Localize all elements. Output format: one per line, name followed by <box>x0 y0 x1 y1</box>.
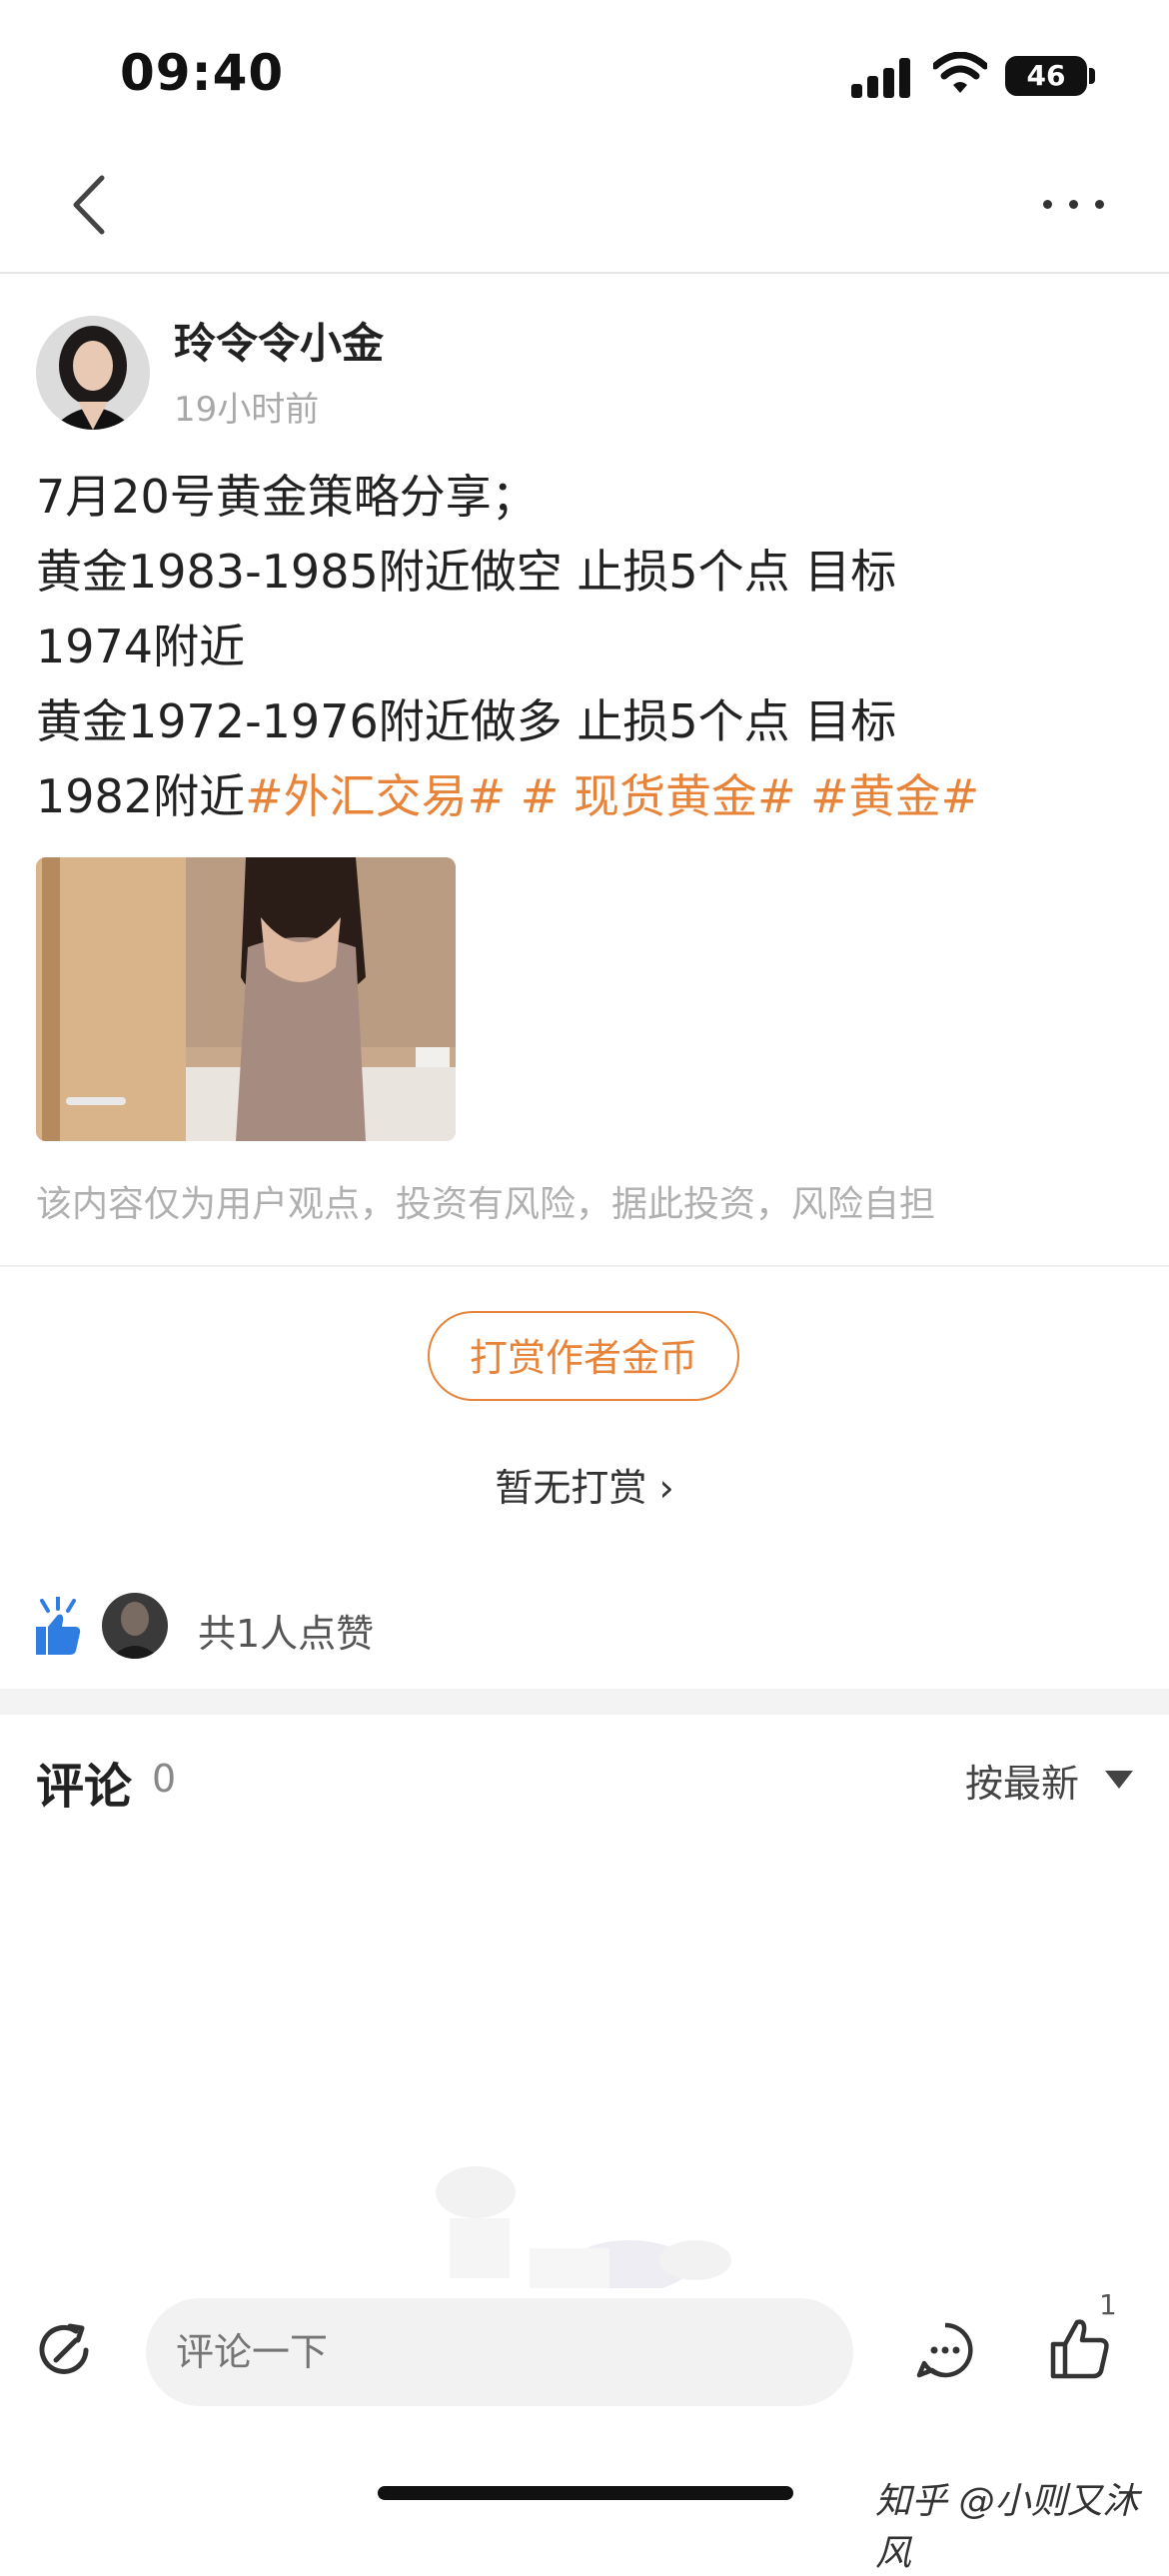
section-separator <box>0 1689 1169 1715</box>
nav-divider <box>0 272 1169 274</box>
liker-avatar[interactable] <box>102 1593 168 1659</box>
watermark: 知乎 @小则又沐风 <box>875 2481 1139 2574</box>
wifi-icon <box>933 52 987 93</box>
battery-nub <box>1089 68 1095 84</box>
comments-count: 0 <box>152 1757 177 1801</box>
more-dots-icon[interactable] <box>1035 196 1115 216</box>
share-icon[interactable] <box>36 2320 96 2380</box>
comment-input[interactable] <box>146 2298 853 2406</box>
post-line: 黄金1972-1976附近做多 止损5个点 目标 <box>36 694 897 748</box>
thumbs-up-icon[interactable] <box>1049 2316 1111 2380</box>
empty-comments-illustration <box>436 2166 731 2288</box>
caret-down-icon[interactable] <box>1105 1771 1133 1789</box>
post-image[interactable] <box>36 857 456 1141</box>
disclaimer-text: 该内容仅为用户观点，投资有风险，据此投资，风险自担 <box>36 1184 936 1225</box>
cellular-signal-icon <box>851 58 913 98</box>
hashtag-gold[interactable]: #黄金# <box>810 769 979 823</box>
status-time: 09:40 <box>120 44 285 102</box>
post-line: 7月20号黄金策略分享； <box>36 470 538 524</box>
post-line: 1982附近 <box>36 769 246 823</box>
no-reward-link[interactable]: 暂无打赏 › <box>0 1457 1169 1512</box>
sort-dropdown[interactable]: 按最新 <box>965 1753 1079 1808</box>
comment-bubble-icon[interactable] <box>915 2320 975 2380</box>
author-avatar[interactable] <box>36 316 150 430</box>
thumbs-up-blue-icon <box>36 1597 81 1655</box>
post-line: 1974附近 <box>36 620 246 673</box>
post-line-last: 1982附近#外汇交易# # 现货黄金# #黄金# <box>36 759 1135 834</box>
like-badge-count: 1 <box>1099 2288 1117 2321</box>
hashtag-forex[interactable]: #外汇交易# <box>245 769 506 823</box>
post-line: 黄金1983-1985附近做空 止损5个点 目标 <box>36 545 897 599</box>
like-summary[interactable]: 共1人点赞 <box>198 1603 374 1658</box>
reward-author-button[interactable]: 打赏作者金币 <box>428 1311 739 1401</box>
hashtag-spot-gold[interactable]: # 现货黄金# <box>521 769 796 823</box>
author-name[interactable]: 玲令令小金 <box>174 310 384 371</box>
post-time: 19小时前 <box>174 390 320 430</box>
home-indicator[interactable] <box>378 2486 793 2500</box>
post-content: 7月20号黄金策略分享； 黄金1983-1985附近做空 止损5个点 目标 19… <box>36 460 1135 834</box>
battery-icon: 46 <box>1005 56 1087 96</box>
comments-title: 评论 <box>36 1759 133 1815</box>
chevron-left-icon[interactable] <box>62 170 122 240</box>
section-divider <box>0 1265 1169 1267</box>
